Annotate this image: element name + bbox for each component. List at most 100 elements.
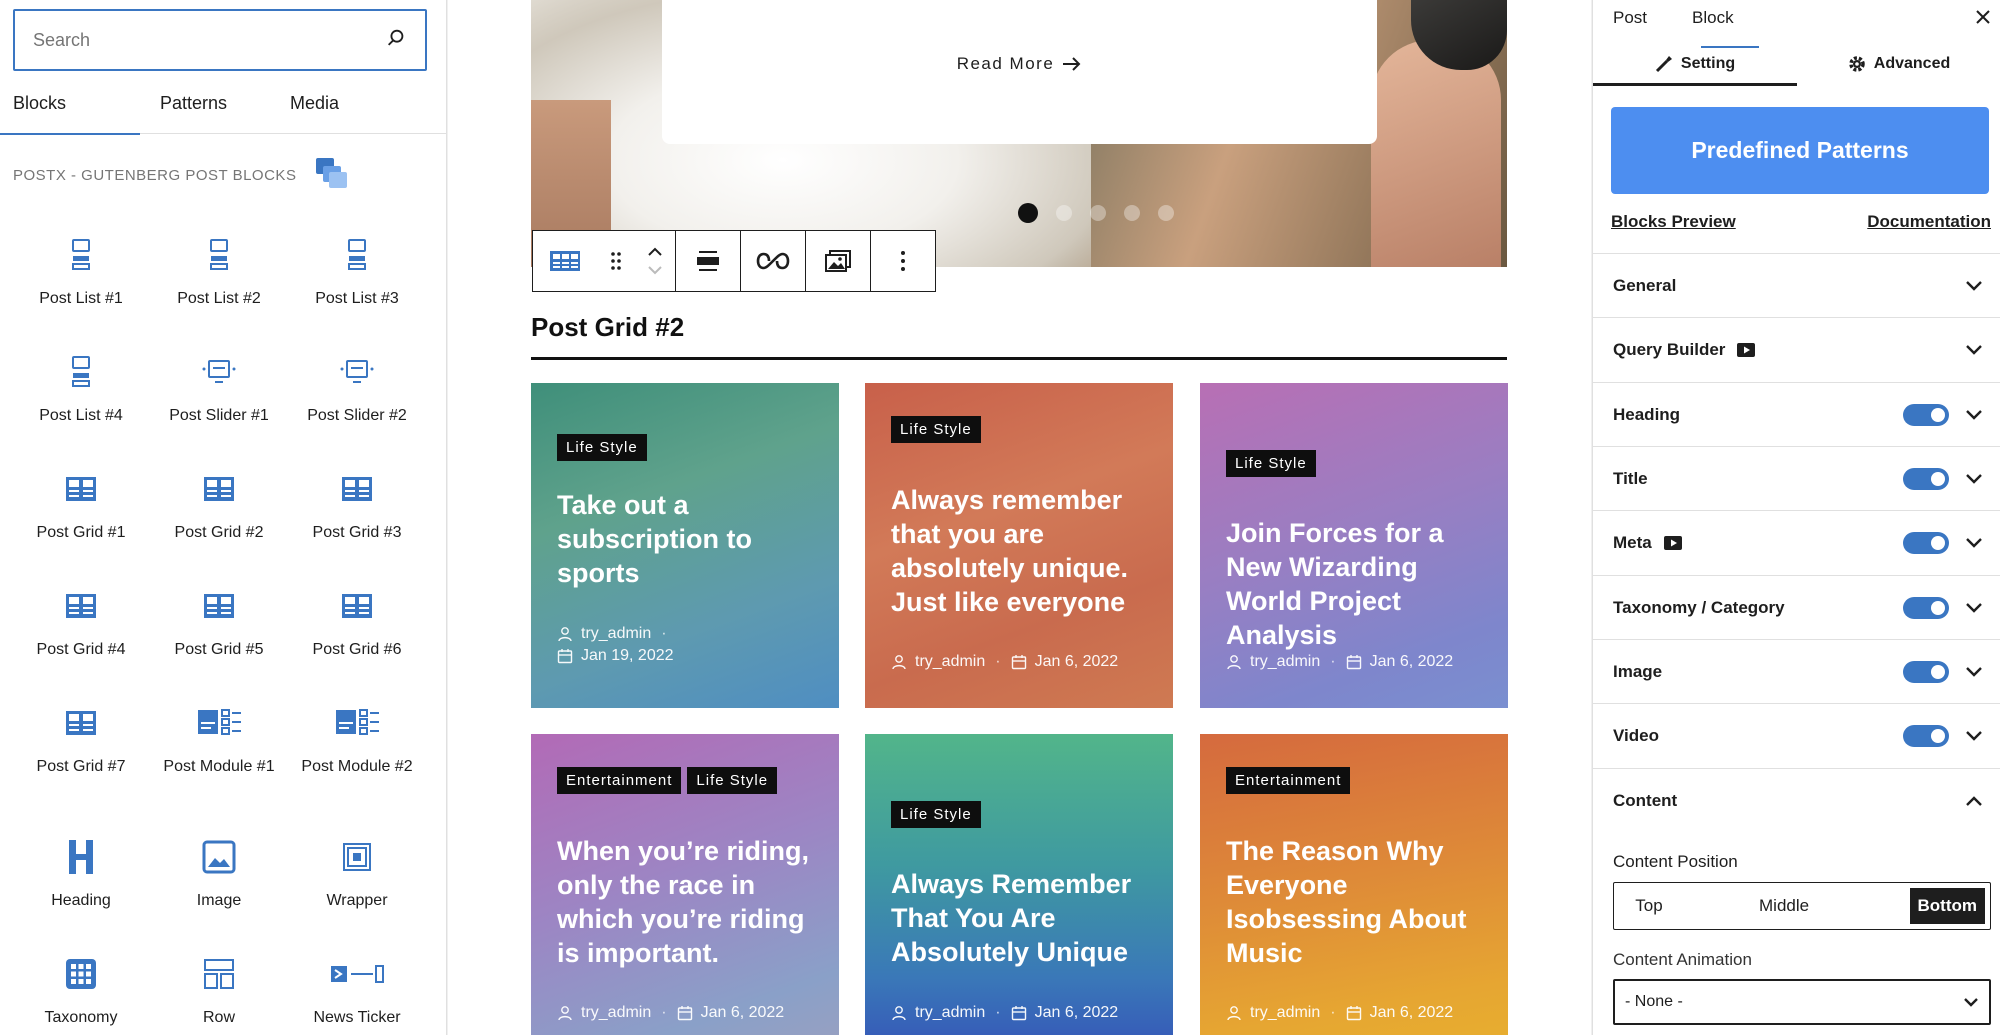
- chevron-down-icon[interactable]: [1965, 666, 1983, 678]
- post-title[interactable]: Take out a subscription to sports: [557, 488, 819, 590]
- post-card[interactable]: Life Style Join Forces for a New Wizardin…: [1200, 383, 1508, 708]
- chevron-down-icon[interactable]: [1965, 537, 1983, 549]
- section-toggle[interactable]: [1903, 467, 1949, 490]
- tab-setting[interactable]: Setting: [1593, 42, 1797, 86]
- category-tag[interactable]: Life Style: [557, 434, 647, 461]
- align-icon[interactable]: [676, 231, 740, 291]
- video-tutorial-icon[interactable]: [1663, 535, 1682, 550]
- section-toggle[interactable]: [1903, 403, 1949, 426]
- position-top-button[interactable]: Top: [1619, 888, 1679, 924]
- post-author[interactable]: try_admin: [891, 1004, 985, 1022]
- block-item[interactable]: News Ticker: [288, 949, 426, 1027]
- settings-section[interactable]: Video: [1593, 703, 2000, 767]
- settings-section[interactable]: Title: [1593, 446, 2000, 510]
- post-card[interactable]: Entertainment The Reason Why Everyone Iso…: [1200, 734, 1508, 1035]
- search-icon[interactable]: [385, 27, 407, 54]
- position-bottom-button[interactable]: Bottom: [1909, 888, 1985, 924]
- slider-dot[interactable]: [1090, 205, 1106, 221]
- category-tag[interactable]: Life Style: [891, 416, 981, 443]
- chevron-down-icon[interactable]: [1965, 730, 1983, 742]
- block-item[interactable]: Post Grid #2: [150, 464, 288, 542]
- block-item[interactable]: Post Grid #3: [288, 464, 426, 542]
- post-author[interactable]: try_admin: [557, 625, 651, 643]
- slider-dot[interactable]: [1158, 205, 1174, 221]
- post-title[interactable]: Always remember that you are absolutely …: [891, 483, 1153, 619]
- settings-section[interactable]: Meta: [1593, 510, 2000, 574]
- block-item[interactable]: Post Grid #6: [288, 581, 426, 659]
- category-tag[interactable]: Entertainment: [557, 767, 682, 794]
- block-item[interactable]: Image: [150, 832, 288, 910]
- read-more-link[interactable]: Read More: [957, 54, 1083, 74]
- tab-post[interactable]: Post: [1613, 8, 1647, 28]
- tab-block[interactable]: Block: [1692, 8, 1734, 28]
- block-item[interactable]: Post List #4: [12, 347, 150, 425]
- block-item[interactable]: Post Slider #1: [150, 347, 288, 425]
- category-tag[interactable]: Life Style: [891, 801, 981, 828]
- block-item[interactable]: Taxonomy: [12, 949, 150, 1027]
- section-toggle[interactable]: [1903, 596, 1949, 619]
- block-type-icon[interactable]: [533, 231, 597, 291]
- block-item[interactable]: Wrapper: [288, 832, 426, 910]
- post-slider[interactable]: Read More: [531, 0, 1507, 267]
- settings-section[interactable]: Query Builder: [1593, 317, 2000, 381]
- tab-media[interactable]: Media: [250, 82, 360, 134]
- block-item[interactable]: Post List #3: [288, 230, 426, 308]
- post-card[interactable]: Entertainment Life Style When you’re ridin…: [531, 734, 839, 1035]
- close-icon[interactable]: [1975, 9, 1991, 30]
- post-author[interactable]: try_admin: [557, 1004, 651, 1022]
- category-tag[interactable]: Life Style: [687, 767, 778, 794]
- slider-dot[interactable]: [1124, 205, 1140, 221]
- post-grid-heading[interactable]: Post Grid #2: [531, 312, 684, 343]
- block-item[interactable]: Post Grid #1: [12, 464, 150, 542]
- chevron-down-icon[interactable]: [1965, 602, 1983, 614]
- block-item[interactable]: Post Grid #4: [12, 581, 150, 659]
- video-tutorial-icon[interactable]: [1737, 342, 1756, 357]
- tab-blocks[interactable]: Blocks: [0, 82, 140, 135]
- settings-section[interactable]: General: [1593, 253, 2000, 317]
- block-item[interactable]: Post Module #2: [288, 698, 426, 776]
- link-icon[interactable]: [741, 231, 805, 291]
- search-input[interactable]: [33, 29, 385, 51]
- post-title[interactable]: Join Forces for a New Wizarding World Pr…: [1226, 516, 1488, 652]
- block-item[interactable]: Post Slider #2: [288, 347, 426, 425]
- chevron-up-icon[interactable]: [1965, 795, 1983, 807]
- move-up-down-icon[interactable]: [635, 231, 675, 291]
- post-card[interactable]: Life Style Always remember that you are a…: [865, 383, 1173, 708]
- block-item[interactable]: Heading: [12, 832, 150, 910]
- documentation-link[interactable]: Documentation: [1867, 212, 1991, 232]
- slider-dot[interactable]: [1018, 203, 1038, 223]
- block-item[interactable]: Row: [150, 949, 288, 1027]
- predefined-patterns-button[interactable]: Predefined Patterns: [1611, 107, 1989, 194]
- search-box[interactable]: [13, 9, 427, 71]
- category-tag[interactable]: Life Style: [1226, 450, 1316, 477]
- block-item[interactable]: Post Grid #5: [150, 581, 288, 659]
- block-item[interactable]: Post List #1: [12, 230, 150, 308]
- slider-dot[interactable]: [1056, 205, 1072, 221]
- section-toggle[interactable]: [1903, 660, 1949, 683]
- drag-handle-icon[interactable]: [597, 231, 635, 291]
- post-card[interactable]: Life Style Always Remember That You Are A…: [865, 734, 1173, 1035]
- post-author[interactable]: try_admin: [1226, 1004, 1320, 1022]
- blocks-preview-link[interactable]: Blocks Preview: [1611, 212, 1736, 232]
- chevron-down-icon[interactable]: [1965, 473, 1983, 485]
- post-author[interactable]: try_admin: [891, 653, 985, 671]
- post-title[interactable]: The Reason Why Everyone Isobsessing Abou…: [1226, 834, 1488, 970]
- post-title[interactable]: Always Remember That You Are Absolutely …: [891, 867, 1153, 969]
- section-toggle[interactable]: [1903, 724, 1949, 747]
- block-item[interactable]: Post List #2: [150, 230, 288, 308]
- settings-section[interactable]: Taxonomy / Category: [1593, 575, 2000, 639]
- content-animation-select[interactable]: - None -: [1613, 979, 1991, 1025]
- post-title[interactable]: When you’re riding, only the race in whi…: [557, 834, 819, 970]
- block-item[interactable]: Post Grid #7: [12, 698, 150, 776]
- tab-advanced[interactable]: Advanced: [1797, 42, 2000, 86]
- more-options-icon[interactable]: [871, 231, 935, 291]
- position-middle-button[interactable]: Middle: [1709, 888, 1909, 924]
- tab-patterns[interactable]: Patterns: [140, 82, 250, 134]
- post-card[interactable]: Life Style Take out a subscription to spo…: [531, 383, 839, 708]
- block-item[interactable]: Post Module #1: [150, 698, 288, 776]
- chevron-down-icon[interactable]: [1965, 344, 1983, 356]
- settings-section[interactable]: Image: [1593, 639, 2000, 703]
- category-tag[interactable]: Entertainment: [1226, 767, 1351, 794]
- featured-image-icon[interactable]: [806, 231, 870, 291]
- section-toggle[interactable]: [1903, 531, 1949, 554]
